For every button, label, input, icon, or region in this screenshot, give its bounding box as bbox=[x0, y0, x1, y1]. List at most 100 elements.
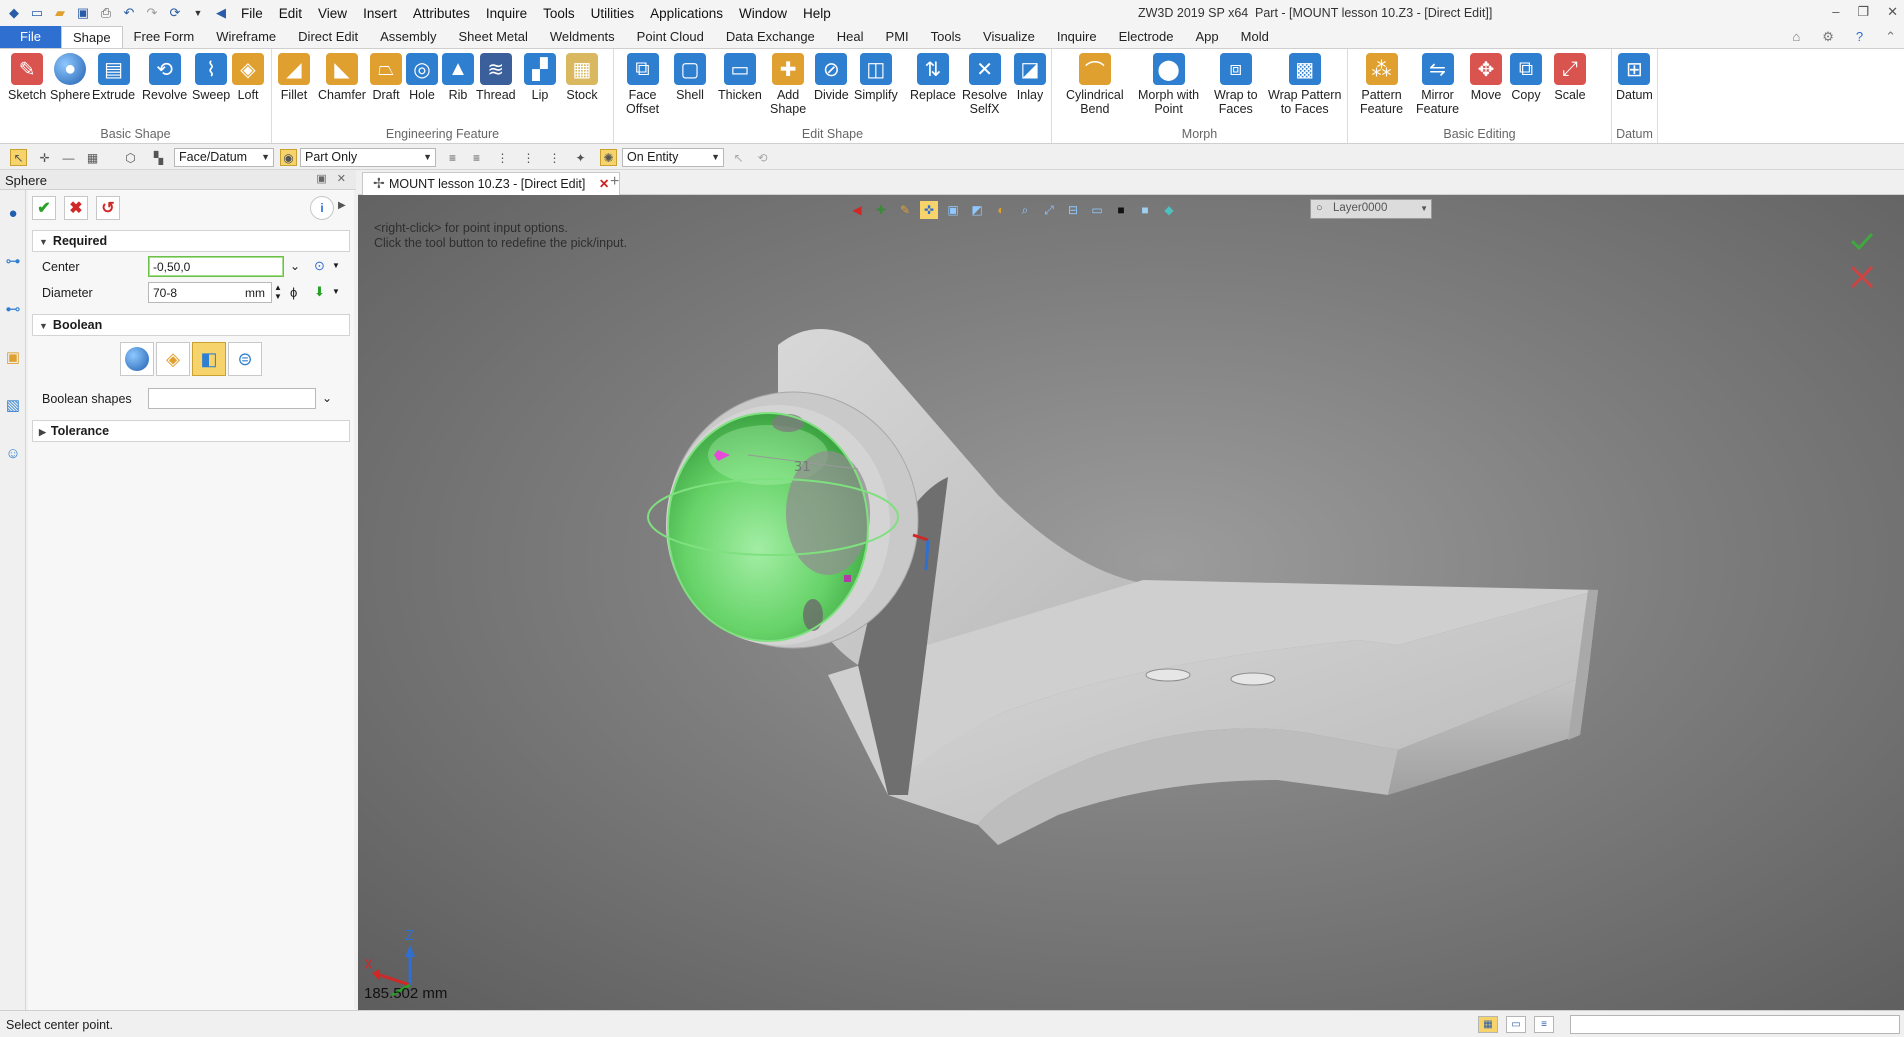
pattern-feature-button[interactable]: ⁂ Pattern Feature bbox=[1360, 53, 1403, 116]
center-expand-icon[interactable]: ⌄ bbox=[290, 259, 300, 273]
tab-mold[interactable]: Mold bbox=[1230, 26, 1280, 48]
scale-button[interactable]: ⤢ Scale bbox=[1554, 53, 1586, 102]
mirror-feature-button[interactable]: ⇋ Mirror Feature bbox=[1416, 53, 1459, 116]
inlay-button[interactable]: ◪ Inlay bbox=[1014, 53, 1046, 102]
tab-weldments[interactable]: Weldments bbox=[539, 26, 626, 48]
snap-icon[interactable]: ✺ bbox=[600, 149, 617, 166]
app-logo-icon[interactable]: ◆ bbox=[4, 4, 24, 22]
help-icon[interactable]: ? bbox=[1856, 29, 1863, 45]
tab-data-exchange[interactable]: Data Exchange bbox=[715, 26, 826, 48]
sphere-button[interactable]: ● Sphere bbox=[50, 53, 90, 102]
draft-button[interactable]: ⏢ Draft bbox=[370, 53, 402, 102]
scope-combo[interactable]: Part Only ▼ bbox=[300, 148, 436, 167]
move-button[interactable]: ✥ Move bbox=[1470, 53, 1502, 102]
ok-button[interactable]: ✔ bbox=[32, 196, 56, 220]
chamfer-button[interactable]: ◣ Chamfer bbox=[318, 53, 366, 102]
crosshair-icon[interactable]: ✛ bbox=[36, 149, 53, 166]
cancel-button[interactable]: ✖ bbox=[64, 196, 88, 220]
save-icon[interactable]: ▣ bbox=[73, 4, 93, 22]
align-4-icon[interactable]: ⋮ bbox=[520, 149, 537, 166]
gear-icon[interactable]: ⚙ bbox=[1822, 29, 1834, 45]
pin-tab-icon[interactable]: ✢ bbox=[373, 175, 385, 192]
add-shape-button[interactable]: ✚ Add Shape bbox=[770, 53, 806, 116]
section-required[interactable]: ▼ Required bbox=[32, 230, 350, 252]
cursor-2-icon[interactable]: ⟲ bbox=[754, 149, 771, 166]
3d-viewport[interactable]: ◀ ✚ ✎ ✜ ▣ ◩ ◐ ⌕ ⤢ ⊟ ▭ ■ ■ ◆ ○ Layer0000 … bbox=[358, 195, 1904, 1010]
point-options-icon[interactable]: ⊙ bbox=[314, 258, 325, 274]
diameter-input[interactable]: 70-8 mm bbox=[148, 282, 272, 303]
tab-electrode[interactable]: Electrode bbox=[1108, 26, 1185, 48]
stepper-icon[interactable]: ▲ ▼ bbox=[274, 283, 282, 301]
history-tree-icon[interactable]: ⊶ bbox=[2, 250, 24, 272]
center-input[interactable]: -0,50,0 bbox=[148, 256, 284, 277]
thread-button[interactable]: ≋ Thread bbox=[476, 53, 516, 102]
part-icon[interactable]: ▣ bbox=[2, 346, 24, 368]
filter-combo[interactable]: Face/Datum ▼ bbox=[174, 148, 274, 167]
tab-free-form[interactable]: Free Form bbox=[123, 26, 206, 48]
filter-grid-icon[interactable]: ▦ bbox=[84, 149, 101, 166]
menu-view[interactable]: View bbox=[318, 6, 347, 21]
boolean-intersect-icon[interactable]: ⊜ bbox=[228, 342, 262, 376]
menu-file[interactable]: File bbox=[241, 6, 263, 21]
sketch-button[interactable]: ✎ Sketch bbox=[8, 53, 46, 102]
image-icon[interactable]: ▧ bbox=[2, 394, 24, 416]
menu-tools[interactable]: Tools bbox=[543, 6, 575, 21]
back-arrow-icon[interactable]: ◀ bbox=[211, 4, 231, 22]
copy-button[interactable]: ⧉ Copy bbox=[1510, 53, 1542, 102]
panel-restore-icon[interactable]: ▣ bbox=[316, 172, 326, 185]
menu-window[interactable]: Window bbox=[739, 6, 787, 21]
assembly-tree-icon[interactable]: ⊷ bbox=[2, 298, 24, 320]
align-3-icon[interactable]: ⋮ bbox=[494, 149, 511, 166]
resolve-selfx-button[interactable]: ✕ Resolve SelfX bbox=[962, 53, 1007, 116]
new-file-icon[interactable]: ▭ bbox=[27, 4, 47, 22]
tab-visualize[interactable]: Visualize bbox=[972, 26, 1046, 48]
new-tab-icon[interactable]: + bbox=[610, 173, 619, 191]
tab-heal[interactable]: Heal bbox=[826, 26, 875, 48]
close-icon[interactable]: ✕ bbox=[1887, 4, 1898, 20]
fillet-button[interactable]: ◢ Fillet bbox=[278, 53, 310, 102]
simplify-button[interactable]: ◫ Simplify bbox=[854, 53, 898, 102]
close-tab-icon[interactable]: ✕ bbox=[599, 177, 609, 191]
sphere-command-icon[interactable]: ● bbox=[2, 202, 24, 224]
replace-button[interactable]: ⇅ Replace bbox=[910, 53, 956, 102]
align-5-icon[interactable]: ⋮ bbox=[546, 149, 563, 166]
section-tolerance[interactable]: ▶ Tolerance bbox=[32, 420, 350, 442]
diameter-symbol-icon[interactable]: ϕ bbox=[290, 285, 297, 300]
measure-icon[interactable]: ⬇ bbox=[314, 284, 325, 300]
tab-tools[interactable]: Tools bbox=[920, 26, 972, 48]
status-input-field[interactable] bbox=[1570, 1015, 1900, 1034]
tab-file[interactable]: File bbox=[0, 26, 61, 48]
section-boolean[interactable]: ▼ Boolean bbox=[32, 314, 350, 336]
menu-inquire[interactable]: Inquire bbox=[486, 6, 527, 21]
menu-attributes[interactable]: Attributes bbox=[413, 6, 470, 21]
boolean-base-icon[interactable] bbox=[120, 342, 154, 376]
align-icon[interactable]: ≡ bbox=[444, 149, 461, 166]
print-icon[interactable]: ⎙ bbox=[96, 4, 116, 22]
panel-side-arrow-icon[interactable]: ▶ bbox=[338, 200, 346, 211]
collapse-ribbon-icon[interactable]: ⌃ bbox=[1885, 29, 1896, 45]
tab-wireframe[interactable]: Wireframe bbox=[205, 26, 287, 48]
minus-icon[interactable]: — bbox=[60, 149, 77, 166]
layout-icon[interactable]: ▦ bbox=[1478, 1016, 1498, 1033]
menu-applications[interactable]: Applications bbox=[650, 6, 723, 21]
restore-icon[interactable]: ❐ bbox=[1857, 4, 1869, 20]
cylindrical-bend-button[interactable]: ⌒ Cylindrical Bend bbox=[1066, 53, 1124, 116]
chevron-down-icon[interactable]: ▼ bbox=[332, 261, 340, 270]
menu-utilities[interactable]: Utilities bbox=[591, 6, 635, 21]
revolve-button[interactable]: ⟲ Revolve bbox=[142, 53, 187, 102]
part-scope-icon[interactable]: ◉ bbox=[280, 149, 297, 166]
chevron-down-icon[interactable]: ▼ bbox=[332, 287, 340, 296]
tab-inquire[interactable]: Inquire bbox=[1046, 26, 1108, 48]
info-button[interactable]: i bbox=[310, 196, 334, 220]
filter-icon[interactable]: ▚ bbox=[150, 149, 167, 166]
document-tab[interactable]: ✢ MOUNT lesson 10.Z3 - [Direct Edit] ✕ bbox=[362, 172, 621, 195]
apply-button[interactable]: ↺ bbox=[96, 196, 120, 220]
lip-button[interactable]: ▞ Lip bbox=[524, 53, 556, 102]
tab-pmi[interactable]: PMI bbox=[875, 26, 920, 48]
tab-direct-edit[interactable]: Direct Edit bbox=[287, 26, 369, 48]
boolean-expand-icon[interactable]: ⌄ bbox=[322, 391, 332, 405]
shell-button[interactable]: ▢ Shell bbox=[674, 53, 706, 102]
boolean-add-icon[interactable]: ◈ bbox=[156, 342, 190, 376]
sweep-button[interactable]: ⌇ Sweep bbox=[192, 53, 230, 102]
panel-close-icon[interactable]: ✕ bbox=[337, 172, 346, 185]
